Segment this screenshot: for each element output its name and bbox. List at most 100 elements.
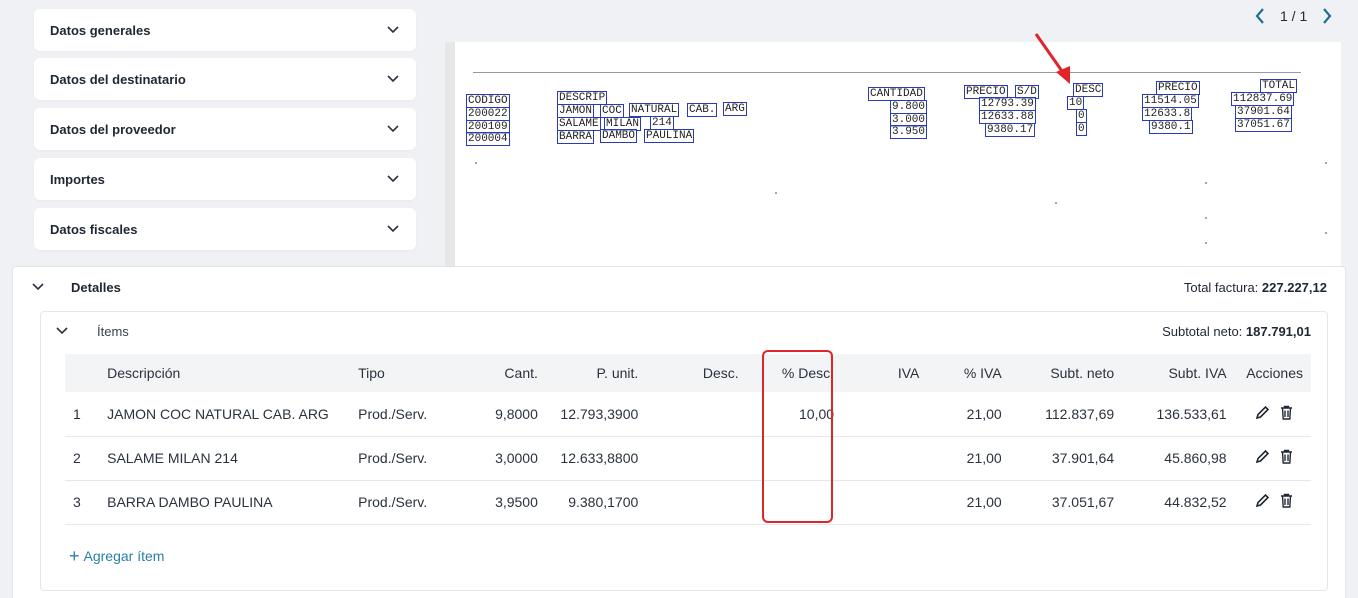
- scan-total: 37051.67: [1235, 118, 1292, 132]
- scan-word: BARRA: [557, 130, 595, 144]
- section-label: Datos fiscales: [50, 221, 138, 237]
- row-piva: 21,00: [966, 405, 1002, 422]
- scan-precio: 12633.88: [979, 110, 1036, 124]
- scan-desc: 10: [1067, 96, 1085, 110]
- delete-icon[interactable]: [1280, 405, 1293, 423]
- items-title: Ítems: [97, 324, 129, 339]
- col-desc: Desc.: [702, 365, 739, 381]
- scan-codigo: 200022: [466, 107, 510, 121]
- add-item-button[interactable]: + Agregar ítem: [69, 546, 165, 566]
- row-descripcion: JAMON COC NATURAL CAB. ARG: [107, 405, 329, 422]
- row-subt-neto: 37.051,67: [1051, 494, 1115, 510]
- scan-cantidad: 9.800: [890, 100, 928, 114]
- row-iva: [842, 392, 927, 436]
- row-desc: [646, 392, 746, 436]
- scan-word: CAB.: [687, 103, 718, 117]
- section-importes[interactable]: Importes: [34, 158, 416, 200]
- scan-header-codigo: CODIGO: [466, 94, 510, 108]
- subtotal-value: 187.791,01: [1245, 324, 1311, 339]
- section-datos-generales[interactable]: Datos generales: [34, 9, 416, 51]
- section-label: Datos del proveedor: [50, 121, 176, 137]
- total-label: Total factura:: [1183, 280, 1259, 295]
- plus-icon: +: [69, 546, 80, 566]
- edit-icon[interactable]: [1255, 405, 1270, 423]
- row-punit: 12.793,3900: [560, 405, 639, 422]
- row-subt-iva: 136.533,61: [1156, 405, 1227, 422]
- section-datos-destinatario[interactable]: Datos del destinatario: [34, 58, 416, 100]
- scan-precio2: 11514.05: [1142, 94, 1199, 108]
- delete-icon[interactable]: [1280, 449, 1293, 467]
- row-desc: [646, 436, 746, 480]
- section-label: Datos generales: [50, 22, 151, 38]
- chevron-down-icon[interactable]: [31, 280, 45, 294]
- row-actions: [1235, 436, 1311, 480]
- row-actions: [1235, 480, 1311, 524]
- row-tipo: Prod./Serv.: [358, 494, 428, 510]
- section-label: Importes: [50, 171, 105, 187]
- col-tipo: Tipo: [358, 365, 385, 381]
- scan-precio2: 9380.1: [1149, 120, 1193, 134]
- chevron-down-icon[interactable]: [55, 324, 69, 338]
- scan-precio: 12793.39: [979, 97, 1036, 111]
- chevron-down-icon: [386, 23, 400, 37]
- row-index: 2: [73, 450, 81, 466]
- row-actions: [1235, 392, 1311, 436]
- scan-word: JAMON: [557, 104, 595, 118]
- scan-desc: 0: [1076, 122, 1087, 136]
- row-cant: 9,8000: [495, 405, 538, 422]
- col-piva: % IVA: [963, 365, 1002, 381]
- row-tipo: Prod./Serv.: [358, 450, 428, 466]
- col-index: [65, 354, 99, 392]
- section-datos-fiscales[interactable]: Datos fiscales: [34, 208, 416, 250]
- add-item-label: Agregar ítem: [83, 548, 165, 564]
- detalles-panel: Detalles Total factura: 227.227,12 Ítems…: [12, 266, 1346, 598]
- scan-total: 37901.64: [1235, 105, 1292, 119]
- scan-total: 112837.69: [1231, 92, 1295, 106]
- row-punit: 12.633,8800: [560, 450, 639, 466]
- chevron-left-icon[interactable]: [1252, 6, 1268, 26]
- scan-header-total: TOTAL: [1260, 79, 1298, 93]
- total-value: 227.227,12: [1261, 280, 1327, 295]
- detalles-header[interactable]: Detalles Total factura: 227.227,12: [13, 267, 1345, 307]
- row-iva: [842, 436, 927, 480]
- col-descripcion: Descripción: [107, 365, 181, 381]
- subtotal-label: Subtotal neto:: [1162, 324, 1243, 339]
- scan-word: DAMBO: [600, 129, 638, 143]
- row-tipo: Prod./Serv.: [358, 405, 428, 422]
- scan-word: ARG: [723, 102, 747, 116]
- scan-precio2: 12633.8: [1142, 107, 1193, 121]
- section-datos-proveedor[interactable]: Datos del proveedor: [34, 108, 416, 150]
- pdesc-highlight-box: [762, 350, 833, 523]
- scan-word: PAULINA: [644, 129, 695, 143]
- edit-icon[interactable]: [1255, 449, 1270, 467]
- items-table: Descripción Tipo Cant. P. unit. Desc. % …: [65, 354, 1311, 525]
- document-pager: 1 / 1: [1252, 4, 1335, 28]
- annotation-arrow-icon: [1034, 33, 1070, 84]
- table-row: 2 SALAME MILAN 214 Prod./Serv. 3,0000 12…: [65, 436, 1311, 480]
- scan-rule: [473, 72, 1301, 73]
- col-cant: Cant.: [504, 365, 538, 381]
- scan-word: 214: [650, 116, 674, 130]
- row-index: 1: [73, 405, 81, 422]
- subtotal-neto: Subtotal neto: 187.791,01: [1162, 324, 1311, 339]
- row-index: 3: [73, 494, 81, 510]
- row-punit: 9.380,1700: [568, 494, 639, 510]
- items-panel: Ítems Subtotal neto: 187.791,01 Descripc…: [40, 311, 1328, 591]
- row-subt-neto: 37.901,64: [1051, 450, 1115, 466]
- chevron-right-icon[interactable]: [1319, 6, 1335, 26]
- table-row: 3 BARRA DAMBO PAULINA Prod./Serv. 3,9500…: [65, 480, 1311, 524]
- chevron-down-icon: [386, 122, 400, 136]
- scan-word: SALAME: [557, 117, 601, 131]
- section-label: Datos del destinatario: [50, 71, 186, 87]
- row-descripcion: BARRA DAMBO PAULINA: [107, 494, 273, 510]
- scan-precio: 9380.17: [985, 123, 1036, 137]
- col-acciones: Acciones: [1246, 365, 1303, 381]
- scan-codigo: 200004: [466, 132, 510, 146]
- row-iva: [842, 480, 927, 524]
- scan-word: COC: [600, 104, 624, 118]
- document-preview: CODIGO DESCRIP CANTIDAD PRECIO S/D DESC …: [445, 42, 1341, 272]
- edit-icon[interactable]: [1255, 493, 1270, 511]
- row-piva: 21,00: [966, 450, 1002, 466]
- detalles-title: Detalles: [71, 280, 121, 295]
- delete-icon[interactable]: [1280, 493, 1293, 511]
